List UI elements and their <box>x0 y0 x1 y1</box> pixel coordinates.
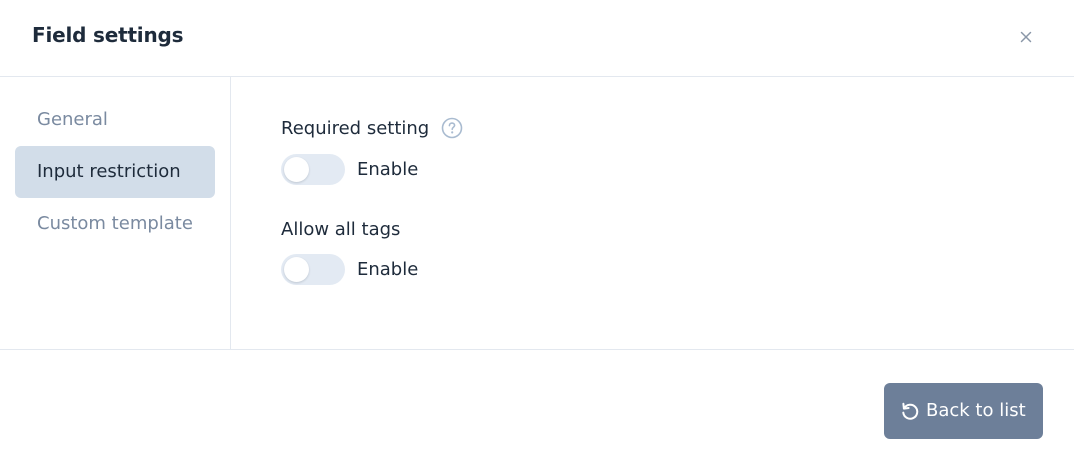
settings-sidebar: General Input restriction Custom templat… <box>0 77 231 349</box>
rotate-ccw-icon <box>902 402 919 420</box>
required-setting-toggle-label: Enable <box>357 159 419 180</box>
dialog-footer: Back to list <box>0 349 1074 469</box>
allow-all-tags-label: Allow all tags <box>281 219 401 240</box>
required-setting-label: Required setting <box>281 118 430 139</box>
allow-all-tags-toggle[interactable] <box>281 254 345 285</box>
toggle-knob <box>284 257 309 282</box>
required-setting-toggle[interactable] <box>281 154 345 185</box>
sidebar-item-custom-template[interactable]: Custom template <box>15 198 215 250</box>
back-to-list-button[interactable]: Back to list <box>884 383 1043 439</box>
close-icon <box>1020 31 1032 43</box>
close-button[interactable] <box>1016 27 1036 47</box>
allow-all-tags-toggle-label: Enable <box>357 259 419 280</box>
toggle-knob <box>284 157 309 182</box>
back-to-list-label: Back to list <box>926 400 1026 421</box>
dialog-title: Field settings <box>32 23 184 47</box>
question-circle-icon[interactable] <box>441 117 463 139</box>
sidebar-item-general[interactable]: General <box>15 94 215 146</box>
sidebar-item-input-restriction[interactable]: Input restriction <box>15 146 215 198</box>
dialog-header: Field settings <box>0 0 1074 77</box>
settings-content: Required setting Enable Allow all tags E… <box>232 77 1074 349</box>
field-settings-dialog: Field settings General Input restriction… <box>0 0 1074 469</box>
